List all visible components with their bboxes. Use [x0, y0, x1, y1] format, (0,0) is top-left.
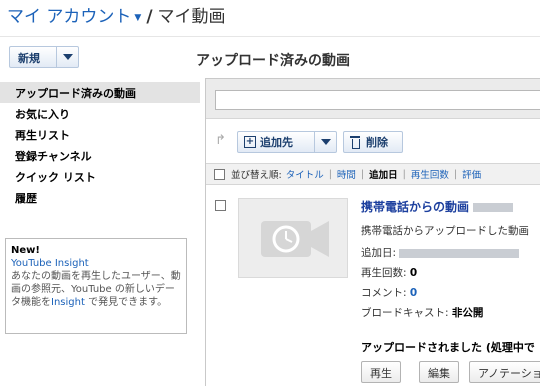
add-to-button[interactable]: + 追加先: [237, 131, 337, 153]
sort-label: 並び替え順:: [231, 170, 282, 181]
edit-button[interactable]: 編集: [419, 361, 459, 383]
share-arrow-icon[interactable]: ↱: [215, 133, 226, 148]
views-value: 0: [409, 267, 418, 279]
sort-added-active[interactable]: 追加日: [369, 167, 398, 181]
breadcrumb-separator: /: [146, 7, 153, 27]
play-button[interactable]: 再生: [361, 361, 401, 383]
sidebar-item-favorites[interactable]: お気に入り: [0, 103, 200, 124]
chevron-down-icon: [62, 54, 73, 60]
video-views: 再生回数: 0: [361, 265, 417, 280]
plus-icon: +: [244, 136, 256, 148]
sidebar-item-uploaded[interactable]: アップロード済みの動画: [0, 82, 200, 103]
broadcast-value: 非公開: [451, 307, 484, 319]
video-description: 携帯電話からアップロードした動画: [361, 225, 529, 237]
comments-value[interactable]: 0: [410, 287, 417, 299]
annotation-button[interactable]: アノテーショ: [469, 361, 540, 383]
upload-status: アップロードされました (処理中で: [361, 341, 535, 354]
header-divider: [0, 36, 540, 37]
redacted-date: [399, 248, 520, 258]
delete-button[interactable]: 削除: [343, 131, 403, 153]
video-camera-icon: [261, 221, 329, 257]
broadcast-label: ブロードキャスト:: [361, 307, 449, 319]
my-account-link[interactable]: マイ アカウント: [7, 7, 131, 27]
sort-views-link[interactable]: 再生回数: [411, 167, 449, 181]
panel-header: [206, 79, 540, 119]
promo-text-end: で発見できます。: [84, 297, 168, 308]
added-label: 追加日:: [361, 247, 397, 259]
sidebar-item-history[interactable]: 履歴: [0, 187, 200, 208]
trash-icon: [350, 136, 360, 149]
sort-time-link[interactable]: 時間: [337, 167, 356, 181]
section-title: アップロード済みの動画: [196, 53, 350, 69]
add-to-main[interactable]: + 追加先: [238, 132, 314, 152]
video-broadcast: ブロードキャスト: 非公開: [361, 305, 483, 320]
videos-panel: ↱ + 追加先 削除 並び替え順: タイトル | 時間 | 追加日 | 再生回数…: [205, 78, 540, 386]
video-title-link[interactable]: 携帯電話からの動画: [361, 198, 514, 215]
sort-separator: |: [328, 168, 332, 180]
comments-label: コメント:: [361, 287, 407, 299]
views-label: 再生回数:: [361, 267, 407, 279]
sort-title-link[interactable]: タイトル: [286, 167, 324, 181]
new-button-label: 新規: [18, 52, 40, 65]
video-added-date: 追加日:: [361, 245, 520, 260]
add-to-dropdown-arrow[interactable]: [314, 132, 336, 152]
redacted-text: [473, 203, 514, 212]
sort-separator: |: [453, 168, 458, 180]
add-to-label: 追加先: [260, 136, 293, 149]
insight-promo-box: New! YouTube Insight あなたの動画を再生したユーザー、動画の…: [5, 238, 187, 334]
sort-separator: |: [402, 168, 406, 180]
chevron-down-icon[interactable]: ▼: [134, 13, 141, 23]
sidebar-item-playlists[interactable]: 再生リスト: [0, 124, 200, 145]
video-title-text: 携帯電話からの動画: [361, 200, 470, 214]
promo-text: あなたの動画を再生したユーザー、動画の参照元、YouTube の新しいデータ機能…: [11, 270, 182, 309]
promo-new-label: New!: [11, 245, 40, 256]
sort-bar: 並び替え順: タイトル | 時間 | 追加日 | 再生回数 | 評価: [206, 163, 540, 185]
youtube-insight-link[interactable]: YouTube Insight: [11, 257, 182, 270]
page-title: マイ動画: [157, 7, 226, 27]
new-dropdown-arrow[interactable]: [56, 47, 78, 67]
sort-separator: |: [360, 168, 365, 180]
delete-label: 削除: [366, 136, 388, 149]
video-thumbnail[interactable]: [238, 198, 348, 278]
video-checkbox[interactable]: [215, 200, 226, 211]
video-comments: コメント: 0: [361, 285, 417, 300]
sidebar-item-quicklist[interactable]: クイック リスト: [0, 166, 200, 187]
top-bar: マイ アカウント ▼ / マイ動画: [0, 0, 540, 36]
chevron-down-icon: [320, 139, 331, 145]
breadcrumb: マイ アカウント ▼ / マイ動画: [7, 6, 540, 31]
sidebar-item-subscriptions[interactable]: 登録チャンネル: [0, 145, 200, 166]
search-input[interactable]: [215, 90, 540, 110]
video-row: 携帯電話からの動画 携帯電話からアップロードした動画 追加日: 再生回数: 0 …: [206, 186, 540, 386]
insight-inline-link[interactable]: Insight: [51, 297, 85, 308]
new-button[interactable]: 新規: [9, 46, 79, 68]
select-all-checkbox[interactable]: [214, 168, 225, 180]
video-toolbar: ↱ + 追加先 削除: [206, 120, 540, 162]
sort-rating-link[interactable]: 評価: [462, 167, 481, 181]
sidebar: アップロード済みの動画 お気に入り 再生リスト 登録チャンネル クイック リスト…: [0, 82, 200, 208]
